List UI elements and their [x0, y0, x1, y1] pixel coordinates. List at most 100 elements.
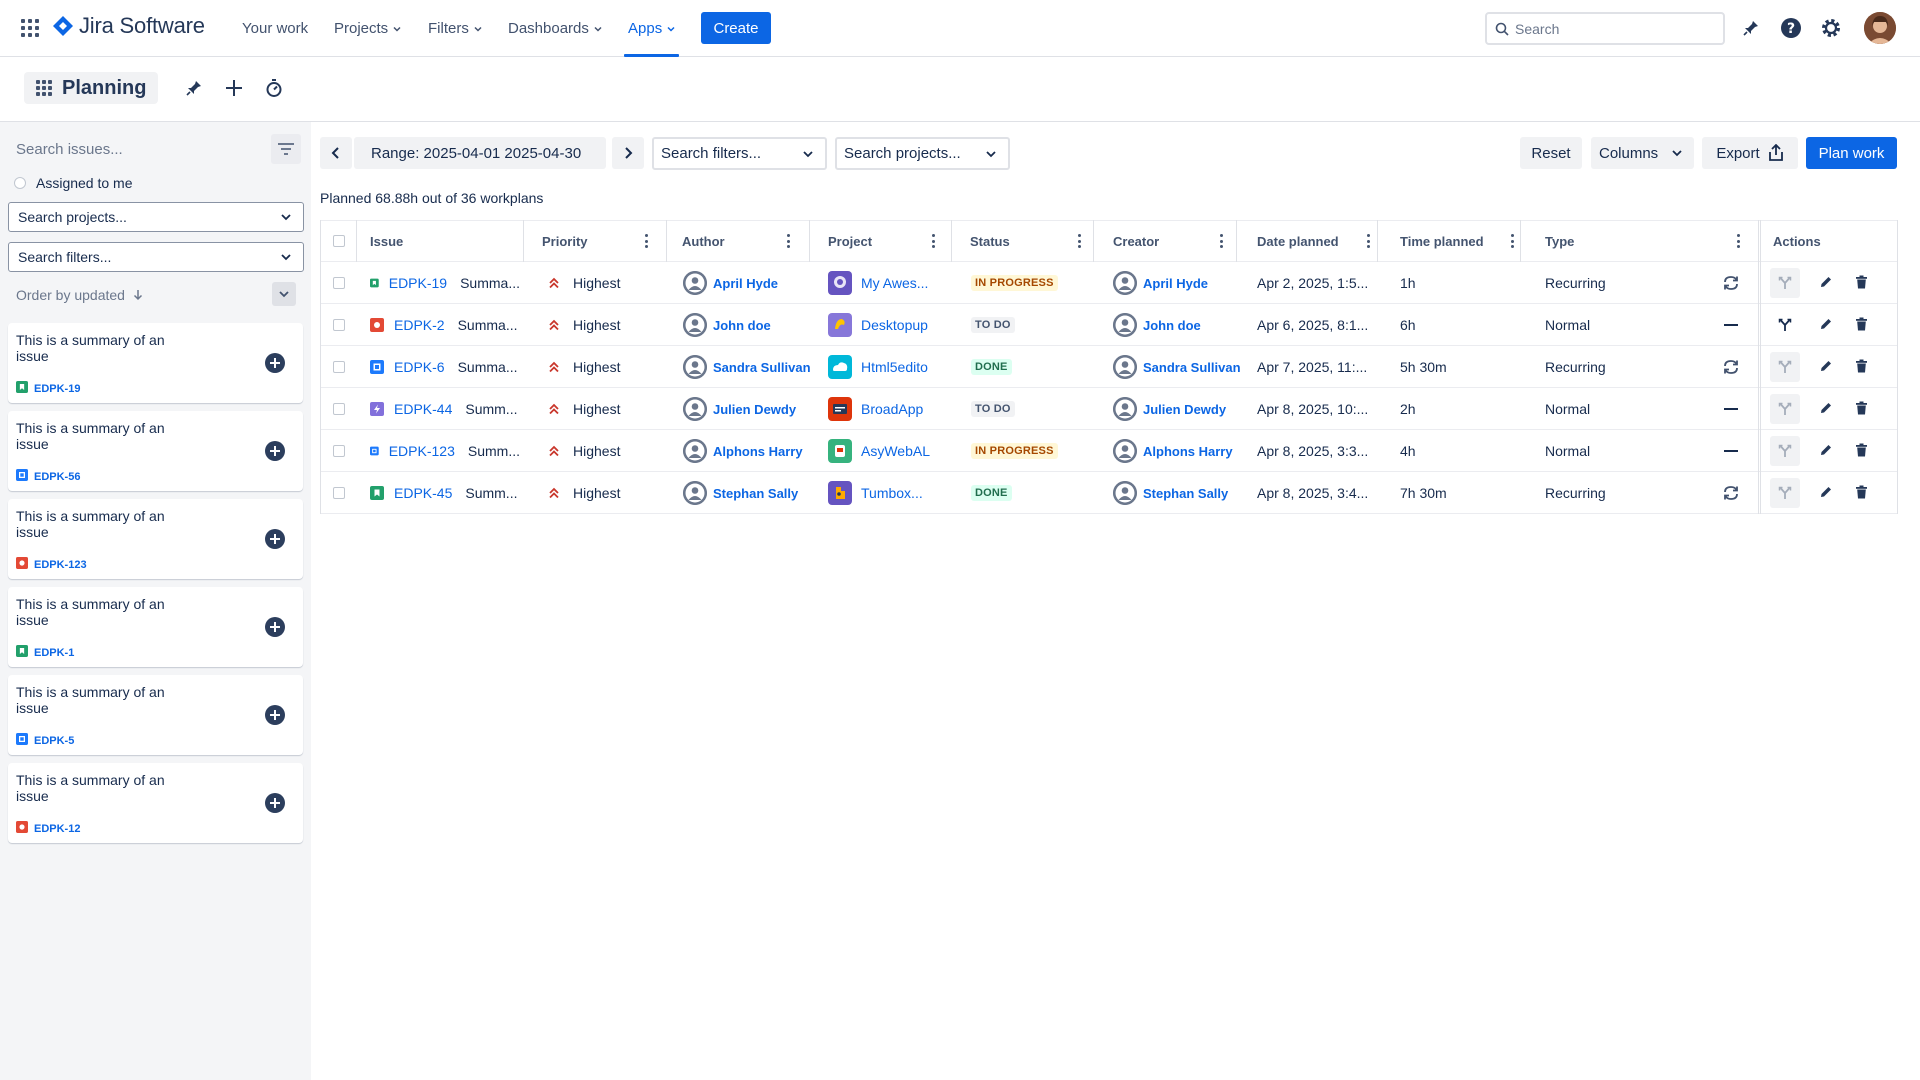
sidebar-search-input[interactable]: Search issues...: [16, 141, 123, 158]
row-checkbox[interactable]: [333, 487, 345, 499]
range-previous-button[interactable]: [320, 137, 352, 169]
issue-card-key[interactable]: EDPK-19: [16, 381, 80, 396]
split-button[interactable]: [1770, 310, 1800, 340]
timer-icon[interactable]: [263, 77, 285, 99]
creator-link[interactable]: Alphons Harry: [1113, 439, 1233, 463]
edit-button[interactable]: [1819, 401, 1833, 418]
add-icon[interactable]: [223, 77, 245, 99]
column-divider[interactable]: [1377, 220, 1378, 262]
column-header-status[interactable]: Status: [970, 221, 1010, 261]
issue-key-link[interactable]: EDPK-123: [389, 443, 455, 459]
project-link[interactable]: BroadApp: [828, 397, 923, 421]
issue-key-link[interactable]: EDPK-2: [394, 317, 445, 333]
toolbar-projects-select[interactable]: Search projects...: [835, 137, 1010, 170]
assigned-to-me-toggle[interactable]: Assigned to me: [14, 175, 133, 191]
author-link[interactable]: Sandra Sullivan: [683, 355, 811, 379]
add-to-plan-button[interactable]: [265, 529, 285, 549]
column-divider[interactable]: [666, 220, 667, 262]
column-header-creator[interactable]: Creator: [1113, 221, 1159, 261]
project-link[interactable]: AsyWebAL: [828, 439, 930, 463]
issue-card-key[interactable]: EDPK-5: [16, 733, 74, 748]
assigned-to-me-checkbox[interactable]: [14, 177, 26, 189]
range-next-button[interactable]: [612, 137, 644, 169]
nav-your-work[interactable]: Your work: [242, 0, 308, 57]
delete-button[interactable]: [1855, 485, 1868, 502]
settings-gear-icon[interactable]: [1819, 16, 1843, 40]
column-header-author[interactable]: Author: [682, 221, 725, 261]
creator-link[interactable]: Julien Dewdy: [1113, 397, 1226, 421]
add-to-plan-button[interactable]: [265, 353, 285, 373]
help-icon[interactable]: ?: [1779, 16, 1803, 40]
edit-button[interactable]: [1819, 275, 1833, 292]
project-link[interactable]: Tumbox...: [828, 481, 923, 505]
issue-card-key[interactable]: EDPK-123: [16, 557, 87, 572]
author-link[interactable]: Alphons Harry: [683, 439, 803, 463]
table-row[interactable]: EDPK-45 Summ... Highest Stephan Sally Tu…: [320, 472, 1898, 514]
nav-dashboards[interactable]: Dashboards: [508, 0, 602, 57]
user-avatar[interactable]: [1864, 12, 1896, 44]
row-checkbox[interactable]: [333, 319, 345, 331]
creator-link[interactable]: April Hyde: [1113, 271, 1208, 295]
project-link[interactable]: Desktopup: [828, 313, 928, 337]
author-link[interactable]: Julien Dewdy: [683, 397, 796, 421]
delete-button[interactable]: [1855, 401, 1868, 418]
issue-key-link[interactable]: EDPK-19: [389, 275, 447, 291]
column-divider[interactable]: [951, 220, 952, 262]
delete-button[interactable]: [1855, 317, 1868, 334]
split-button[interactable]: [1770, 394, 1800, 424]
pin-icon[interactable]: [183, 77, 205, 99]
issue-card-key[interactable]: EDPK-1: [16, 645, 74, 660]
edit-button[interactable]: [1819, 485, 1833, 502]
column-header-actions[interactable]: Actions: [1773, 221, 1821, 261]
column-menu-icon[interactable]: [787, 234, 791, 248]
add-to-plan-button[interactable]: [265, 441, 285, 461]
global-search-input[interactable]: Search: [1485, 12, 1725, 45]
issue-key-link[interactable]: EDPK-6: [394, 359, 445, 375]
order-toggle-button[interactable]: [272, 282, 296, 306]
column-header-priority[interactable]: Priority: [542, 221, 588, 261]
column-menu-icon[interactable]: [645, 234, 649, 248]
delete-button[interactable]: [1855, 359, 1868, 376]
column-header-time-planned[interactable]: Time planned: [1400, 221, 1484, 261]
row-checkbox[interactable]: [333, 445, 345, 457]
issue-card-key[interactable]: EDPK-56: [16, 469, 80, 484]
split-button[interactable]: [1770, 436, 1800, 466]
project-link[interactable]: My Awes...: [828, 271, 928, 295]
notifications-icon[interactable]: [1739, 16, 1763, 40]
edit-button[interactable]: [1819, 359, 1833, 376]
select-all-checkbox[interactable]: [333, 235, 345, 247]
reset-button[interactable]: Reset: [1520, 137, 1582, 169]
table-row[interactable]: EDPK-2 Summa... Highest John doe Desktop…: [320, 304, 1898, 346]
nav-projects[interactable]: Projects: [334, 0, 401, 57]
column-header-date-planned[interactable]: Date planned: [1257, 221, 1339, 261]
issue-card[interactable]: This is a summary of an issue EDPK-12: [8, 763, 303, 843]
issue-key-link[interactable]: EDPK-45: [394, 485, 452, 501]
toolbar-filters-select[interactable]: Search filters...: [652, 137, 827, 170]
table-row[interactable]: EDPK-19 Summa... Highest April Hyde My A…: [320, 262, 1898, 304]
create-button[interactable]: Create: [701, 12, 771, 44]
column-menu-icon[interactable]: [1511, 234, 1515, 248]
column-divider[interactable]: [523, 220, 524, 262]
sidebar-filters-select[interactable]: Search filters...: [8, 242, 304, 272]
sidebar-projects-select[interactable]: Search projects...: [8, 202, 304, 232]
edit-button[interactable]: [1819, 317, 1833, 334]
add-to-plan-button[interactable]: [265, 705, 285, 725]
author-link[interactable]: Stephan Sally: [683, 481, 798, 505]
add-to-plan-button[interactable]: [265, 793, 285, 813]
order-by-control[interactable]: Order by updated: [16, 287, 143, 303]
issue-card[interactable]: This is a summary of an issue EDPK-123: [8, 499, 303, 579]
table-row[interactable]: EDPK-6 Summa... Highest Sandra Sullivan …: [320, 346, 1898, 388]
issue-card[interactable]: This is a summary of an issue EDPK-1: [8, 587, 303, 667]
issue-card[interactable]: This is a summary of an issue EDPK-56: [8, 411, 303, 491]
author-link[interactable]: John doe: [683, 313, 771, 337]
creator-link[interactable]: Sandra Sullivan: [1113, 355, 1241, 379]
column-header-project[interactable]: Project: [828, 221, 872, 261]
issue-card[interactable]: This is a summary of an issue EDPK-19: [8, 323, 303, 403]
column-divider[interactable]: [1093, 220, 1094, 262]
column-header-type[interactable]: Type: [1545, 221, 1574, 261]
creator-link[interactable]: John doe: [1113, 313, 1201, 337]
column-divider[interactable]: [1236, 220, 1237, 262]
table-row[interactable]: EDPK-44 Summ... Highest Julien Dewdy Bro…: [320, 388, 1898, 430]
project-link[interactable]: Html5edito: [828, 355, 928, 379]
product-logo[interactable]: Jira Software: [52, 13, 205, 39]
